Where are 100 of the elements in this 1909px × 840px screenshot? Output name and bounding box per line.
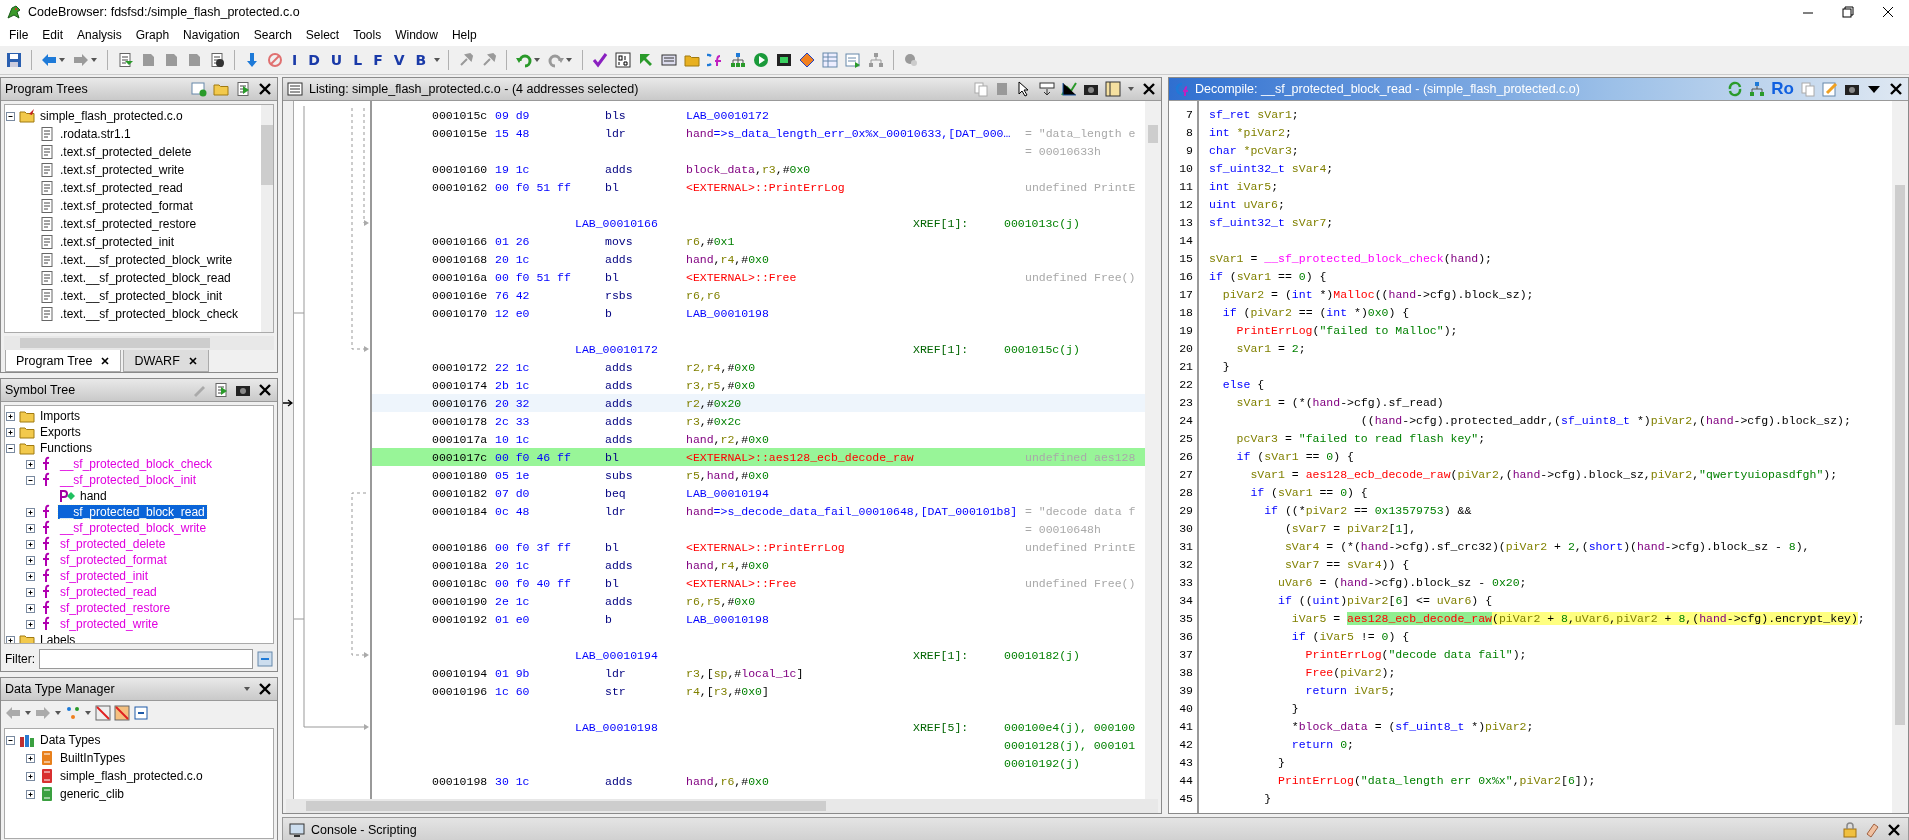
toolbar-button[interactable]: B xyxy=(411,52,431,68)
tree-item[interactable]: sf_protected_read xyxy=(58,585,159,599)
listing-row[interactable]: 0001018c 00 f0 40 ff bl <EXTERNAL>::Free undefined Free() xyxy=(372,574,1145,592)
tree-item[interactable]: __sf_protected_block_read xyxy=(58,505,207,519)
close-icon[interactable] xyxy=(257,382,273,398)
caret-icon[interactable] xyxy=(90,56,98,64)
expand-icon[interactable] xyxy=(25,618,36,630)
listing-row[interactable]: 0001015e 15 48 ldr hand=>s_data_length_err_0x%x_00010633,[DAT_000… = "data_length e xyxy=(372,124,1145,142)
back-arrow-icon[interactable] xyxy=(41,52,57,68)
edit-fields-icon[interactable] xyxy=(1039,81,1055,97)
expand-icon[interactable] xyxy=(25,570,36,582)
folder-icon[interactable] xyxy=(213,81,229,97)
vertical-scrollbar[interactable] xyxy=(1145,101,1161,799)
tree-item[interactable]: hand xyxy=(78,489,109,503)
tree-item[interactable]: .text.sf_protected_restore xyxy=(58,217,199,231)
menu-item[interactable]: Edit xyxy=(35,28,71,42)
toolbar-button[interactable]: L xyxy=(349,52,367,68)
filter-icon[interactable] xyxy=(114,705,130,721)
menu-item[interactable]: File xyxy=(2,28,36,42)
tree-item[interactable]: sf_protected_format xyxy=(58,553,169,567)
listing-row[interactable]: 0001017a 10 1c adds hand,r2,#0x0 xyxy=(372,430,1145,448)
listing-row[interactable]: 00010192 01 e0 b LAB_00010198 xyxy=(372,610,1145,628)
folder-icon[interactable] xyxy=(19,408,35,424)
expand-icon[interactable] xyxy=(25,752,36,764)
tree-item[interactable]: .text.__sf_protected_block_write xyxy=(58,253,235,267)
document-icon[interactable] xyxy=(39,306,55,322)
listing-row[interactable]: 00010168 20 1c adds hand,r4,#0x0 xyxy=(372,250,1145,268)
vertical-scrollbar[interactable] xyxy=(1892,101,1908,813)
document-icon[interactable] xyxy=(39,198,55,214)
listing-row[interactable]: 00010174 2b 1c adds r3,r5,#0x0 xyxy=(372,376,1145,394)
toolbar-button[interactable]: I xyxy=(288,52,302,68)
expand-icon[interactable] xyxy=(25,788,36,800)
read-only-toggle[interactable]: Ro xyxy=(1771,79,1794,99)
menu-item[interactable]: Search xyxy=(246,28,299,42)
expand-icon[interactable] xyxy=(25,602,36,614)
listing-row[interactable]: 00010170 12 e0 b LAB_00010198 xyxy=(372,304,1145,322)
tree-item[interactable]: .text.sf_protected_write xyxy=(58,163,187,177)
listing-row[interactable]: 00010178 2c 33 adds r3,#0x2c xyxy=(372,412,1145,430)
toolbar-button[interactable]: U xyxy=(326,52,347,68)
horizontal-scrollbar[interactable] xyxy=(4,336,274,350)
caret-icon[interactable] xyxy=(54,709,62,717)
listing-row[interactable]: 00010194 01 9b ldr r3,[sp,#local_1c] xyxy=(372,664,1145,682)
menu-item[interactable]: Analysis xyxy=(70,28,129,42)
listing-row[interactable]: 00010190 2e 1c adds r6,r5,#0x0 xyxy=(372,592,1145,610)
horizontal-scrollbar[interactable] xyxy=(286,799,1158,813)
graph-icon[interactable] xyxy=(1061,81,1077,97)
undo-icon[interactable] xyxy=(516,52,533,68)
folder-icon[interactable] xyxy=(19,108,35,124)
toolbar-button[interactable]: F xyxy=(369,52,387,68)
document-icon[interactable] xyxy=(39,162,55,178)
expand-icon[interactable] xyxy=(25,458,36,470)
collapse-icon[interactable] xyxy=(5,110,16,122)
tree-item[interactable]: sf_protected_init xyxy=(58,569,151,583)
caret-icon[interactable] xyxy=(58,56,66,64)
tree-item[interactable]: generic_clib xyxy=(58,787,127,801)
listing-row[interactable]: 00010176 20 32 adds r2,#0x20 xyxy=(372,394,1145,412)
toolbar-button[interactable]: D xyxy=(304,52,324,68)
tree-item[interactable]: __sf_protected_block_init xyxy=(58,473,199,487)
listing-row[interactable]: 0001017c 00 f0 46 ff bl <EXTERNAL>::aes128_ecb_decode_raw undefined aes128 xyxy=(372,448,1145,466)
tab[interactable]: DWARF xyxy=(123,350,209,372)
tree-item[interactable]: .text.sf_protected_init xyxy=(58,235,177,249)
menu-item[interactable]: Select xyxy=(298,28,347,42)
close-icon[interactable] xyxy=(1141,81,1157,97)
close-icon[interactable] xyxy=(187,355,198,366)
document-icon[interactable] xyxy=(39,234,55,250)
filter-icon[interactable] xyxy=(95,705,111,721)
expand-icon[interactable] xyxy=(25,506,36,518)
caret-icon[interactable] xyxy=(1127,85,1135,93)
close-icon[interactable] xyxy=(100,355,111,366)
caret-icon[interactable] xyxy=(433,56,442,64)
caret-icon[interactable] xyxy=(533,56,542,64)
close-icon[interactable] xyxy=(257,81,273,97)
expand-icon[interactable] xyxy=(25,538,36,550)
tree-item[interactable]: .text.__sf_protected_block_init xyxy=(58,289,225,303)
tree-item[interactable]: BuiltInTypes xyxy=(58,751,128,765)
tree-item[interactable]: sf_protected_delete xyxy=(58,537,168,551)
tree-item[interactable]: .text.sf_protected_read xyxy=(58,181,185,195)
document-icon[interactable] xyxy=(39,126,55,142)
tree-item[interactable]: .text.__sf_protected_block_check xyxy=(58,307,241,321)
console-icon[interactable] xyxy=(289,822,305,838)
menu-item[interactable]: Window xyxy=(388,28,445,42)
menu-item[interactable]: Graph xyxy=(128,28,177,42)
expand-icon[interactable] xyxy=(5,410,16,422)
vertical-scrollbar[interactable] xyxy=(261,105,273,332)
menu-item[interactable]: Navigation xyxy=(176,28,247,42)
eraser-icon[interactable] xyxy=(1864,822,1880,838)
lock-icon[interactable] xyxy=(1842,822,1858,838)
dragon-icon[interactable] xyxy=(6,4,22,20)
collapse-icon[interactable] xyxy=(5,734,16,746)
tree-item[interactable]: __sf_protected_block_check xyxy=(58,457,215,471)
clear-filter-icon[interactable] xyxy=(257,651,273,667)
collapse-all-icon[interactable] xyxy=(133,705,149,721)
listing-row[interactable]: 0001016a 00 f0 51 ff bl <EXTERNAL>::Free undefined Free() xyxy=(372,268,1145,286)
expand-icon[interactable] xyxy=(25,586,36,598)
close-icon[interactable] xyxy=(1888,81,1904,97)
listing-icon[interactable] xyxy=(287,81,303,97)
collapse-icon[interactable] xyxy=(5,442,16,454)
document-icon[interactable] xyxy=(39,252,55,268)
close-icon[interactable] xyxy=(1881,5,1895,19)
listing-row[interactable]: 0001016e 76 42 rsbs r6,r6 xyxy=(372,286,1145,304)
